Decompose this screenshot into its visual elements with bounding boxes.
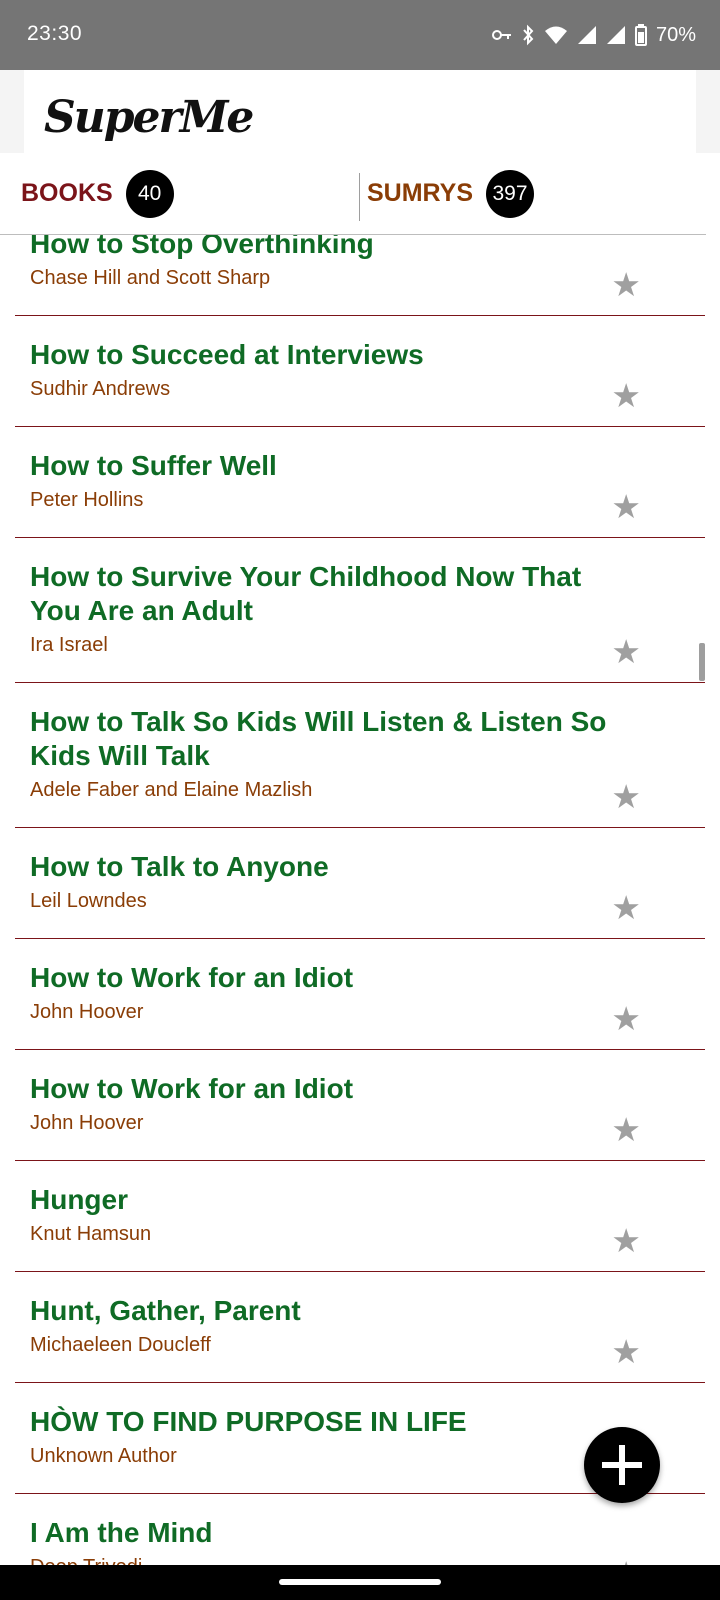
list-item[interactable]: Hunger Knut Hamsun ★ [15, 1161, 705, 1272]
book-title: HÒW TO FIND PURPOSE IN LIFE [30, 1406, 467, 1437]
book-author: Leil Lowndes [30, 890, 147, 912]
list-item[interactable]: How to Survive Your Childhood Now That Y… [15, 538, 705, 683]
wifi-icon [544, 26, 567, 44]
book-author: Deep Trivedi [30, 1552, 625, 1565]
book-author: Knut Hamsun [30, 1223, 152, 1245]
star-icon[interactable]: ★ [611, 1002, 641, 1035]
book-title: How to Survive Your Childhood Now That Y… [30, 561, 582, 626]
book-title: I Am the Mind [30, 1517, 213, 1548]
signal-icon [577, 26, 596, 44]
book-author: John Hoover [30, 1001, 144, 1023]
scrollbar-thumb[interactable] [699, 643, 705, 681]
star-icon[interactable]: ★ [611, 490, 641, 523]
battery-icon [634, 24, 647, 46]
plus-icon [602, 1445, 642, 1485]
book-author: Sudhir Andrews [30, 378, 171, 400]
book-title: How to Talk to Anyone [30, 851, 329, 882]
book-title: How to Suffer Well [30, 450, 277, 481]
star-icon[interactable]: ★ [611, 268, 641, 301]
book-title: How to Talk So Kids Will Listen & Listen… [30, 706, 607, 771]
list-item[interactable]: How to Work for an Idiot John Hoover ★ [15, 1050, 705, 1161]
book-title: Hunger [30, 1184, 128, 1215]
list-item[interactable]: Hunt, Gather, Parent Michaeleen Doucleff… [15, 1272, 705, 1383]
book-author: Unknown Author [30, 1445, 177, 1467]
list-item[interactable]: How to Talk to Anyone Leil Lowndes ★ [15, 828, 705, 939]
book-list-viewport[interactable]: How to Stop Overthinking Chase Hill and … [0, 235, 720, 1565]
add-button[interactable] [584, 1427, 660, 1503]
book-title: How to Work for an Idiot [30, 962, 354, 993]
home-gesture-handle[interactable] [279, 1579, 441, 1585]
list-item[interactable]: How to Suffer Well Peter Hollins ★ [15, 427, 705, 538]
star-icon[interactable]: ★ [611, 635, 641, 668]
tab-bar: BOOKS 40 SUMRYS 397 [0, 153, 706, 235]
status-time: 23:30 [27, 22, 83, 45]
book-title: How to Stop Overthinking [30, 235, 374, 259]
sumrys-count-badge: 397 [486, 169, 535, 218]
book-author: Chase Hill and Scott Sharp [30, 267, 271, 289]
book-title: Hunt, Gather, Parent [30, 1295, 301, 1326]
list-item[interactable]: How to Stop Overthinking Chase Hill and … [15, 235, 705, 316]
list-item[interactable]: I Am the Mind Deep Trivedi ★ [15, 1494, 705, 1565]
list-item[interactable]: How to Talk So Kids Will Listen & Listen… [15, 683, 705, 828]
books-count-badge: 40 [125, 169, 174, 218]
star-icon[interactable]: ★ [611, 379, 641, 412]
star-icon[interactable]: ★ [611, 780, 641, 813]
list-item[interactable]: How to Work for an Idiot John Hoover ★ [15, 939, 705, 1050]
book-list: How to Stop Overthinking Chase Hill and … [15, 235, 705, 1565]
book-author: Peter Hollins [30, 489, 144, 511]
book-author: Ira Israel [30, 634, 108, 656]
status-bar: 23:30 70% [0, 0, 720, 70]
star-icon[interactable]: ★ [611, 1224, 641, 1257]
app-header: SuperMe [24, 70, 696, 153]
list-item[interactable]: How to Succeed at Interviews Sudhir Andr… [15, 316, 705, 427]
book-author: Adele Faber and Elaine Mazlish [30, 779, 313, 801]
vpn-key-icon [491, 30, 511, 40]
navigation-bar [0, 1565, 720, 1600]
book-author: John Hoover [30, 1112, 144, 1134]
bluetooth-icon [523, 24, 534, 46]
star-icon[interactable]: ★ [611, 891, 641, 924]
star-icon[interactable]: ★ [611, 1557, 641, 1565]
battery-level: 70% [655, 23, 696, 46]
tab-sumrys[interactable]: SUMRYS 397 [367, 153, 535, 234]
tab-books-label: BOOKS [21, 179, 113, 207]
app-logo: SuperMe [44, 92, 254, 143]
tab-divider [359, 173, 360, 221]
book-title: How to Work for an Idiot [30, 1073, 354, 1104]
book-author: Michaeleen Doucleff [30, 1334, 211, 1356]
status-icons: 70% [491, 20, 696, 50]
signal-icon [606, 26, 625, 44]
book-title: How to Succeed at Interviews [30, 339, 424, 370]
star-icon[interactable]: ★ [611, 1113, 641, 1146]
tab-sumrys-label: SUMRYS [367, 179, 474, 207]
star-icon[interactable]: ★ [611, 1335, 641, 1368]
tab-books[interactable]: BOOKS 40 [21, 153, 174, 234]
